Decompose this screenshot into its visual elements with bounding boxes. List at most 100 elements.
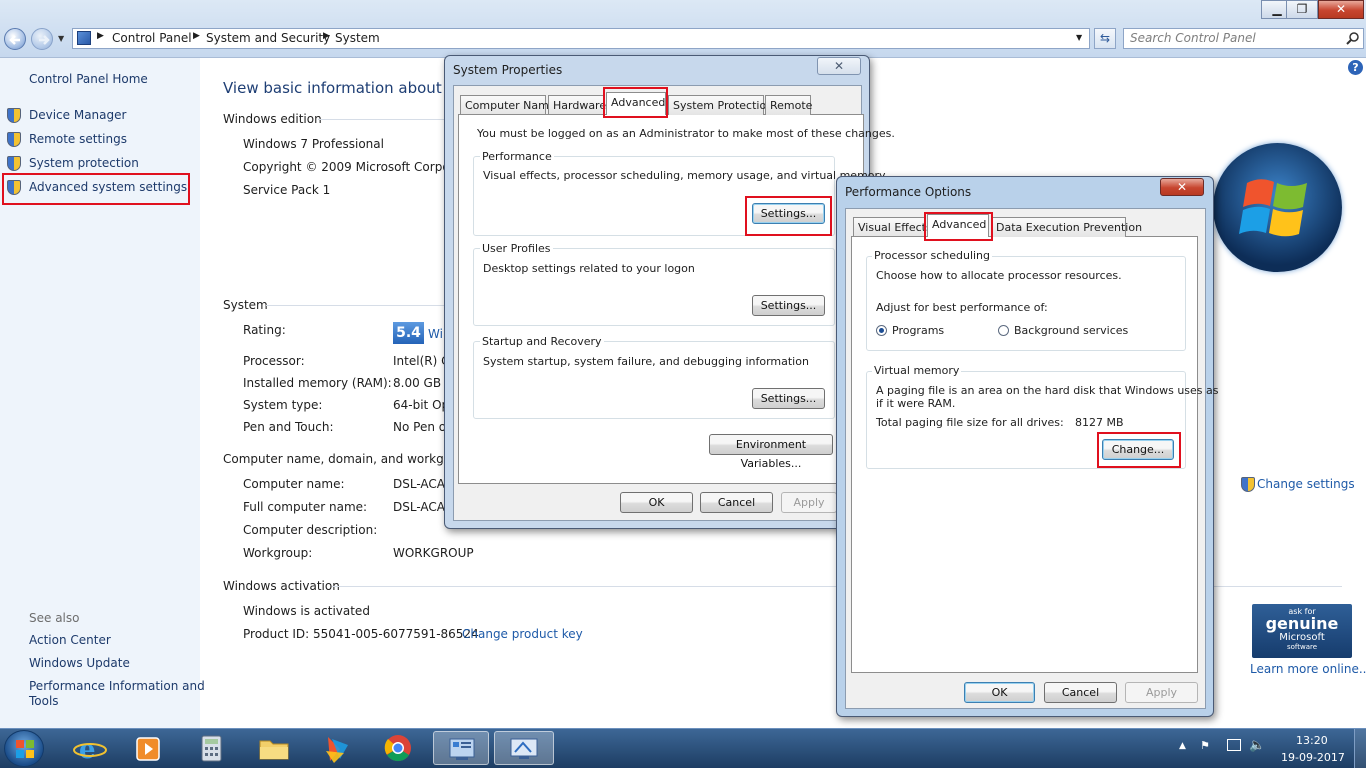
section-divider	[266, 305, 448, 306]
change-product-key-link[interactable]: Change product key	[462, 627, 583, 641]
ram-label: Installed memory (RAM):	[243, 376, 392, 390]
dialog-title: System Properties	[453, 63, 563, 77]
service-pack: Service Pack 1	[243, 183, 331, 197]
learn-more-link[interactable]: Learn more online...	[1250, 662, 1366, 676]
help-icon[interactable]: ?	[1348, 60, 1363, 75]
see-also-heading: See also	[29, 611, 80, 625]
programs-radio[interactable]	[876, 325, 887, 336]
taskbar-explorer[interactable]	[248, 731, 300, 765]
windows-activation-heading: Windows activation	[223, 579, 340, 593]
genuine-microsoft-badge[interactable]: ask for genuine Microsoft software	[1252, 604, 1352, 658]
experience-index-link[interactable]: Wi	[428, 327, 443, 341]
user-profiles-group-title: User Profiles	[480, 242, 553, 255]
taskbar-chrome[interactable]	[372, 731, 424, 765]
close-dialog-button[interactable]: ✕	[817, 57, 861, 75]
breadcrumb-separator-icon: ▶	[323, 31, 330, 41]
breadcrumb-system[interactable]: System	[335, 31, 380, 45]
user-profiles-settings-button[interactable]: Settings...	[752, 295, 825, 316]
highlight-box	[1097, 432, 1181, 468]
show-hidden-icons-button[interactable]: ▲	[1179, 741, 1186, 751]
clock-date[interactable]: 19-09-2017	[1281, 751, 1345, 764]
tab-computer-name[interactable]: Computer Name	[460, 95, 556, 115]
computer-name-heading: Computer name, domain, and workgroup	[223, 452, 471, 466]
background-services-radio[interactable]	[998, 325, 1009, 336]
copyright-text: Copyright © 2009 Microsoft Corporati	[243, 160, 446, 174]
startup-recovery-description: System startup, system failure, and debu…	[483, 355, 809, 368]
system-type-value: 64-bit Op	[393, 398, 450, 412]
windows-flag-icon	[1239, 179, 1307, 237]
change-settings-link[interactable]: Change settings	[1257, 477, 1355, 491]
control-panel-home-link[interactable]: Control Panel Home	[29, 72, 148, 86]
processor-value: Intel(R) C	[393, 354, 450, 368]
processor-scheduling-description: Choose how to allocate processor resourc…	[876, 269, 1122, 282]
windows-update-link[interactable]: Windows Update	[29, 656, 130, 670]
show-desktop-button[interactable]	[1354, 729, 1366, 768]
breadcrumb-separator-icon: ▶	[193, 31, 200, 41]
workgroup-label: Workgroup:	[243, 546, 313, 560]
programs-radio-label[interactable]: Programs	[892, 324, 944, 337]
apply-button[interactable]: Apply	[1125, 682, 1198, 703]
genuine-line: Microsoft	[1279, 632, 1325, 643]
back-button[interactable]	[4, 28, 26, 50]
volume-icon[interactable]: 🔈	[1249, 738, 1265, 753]
taskbar-media-player[interactable]	[122, 731, 174, 765]
adjust-performance-label: Adjust for best performance of:	[876, 301, 1048, 314]
network-icon[interactable]	[1227, 739, 1241, 751]
experience-index-badge[interactable]: 5.4	[393, 322, 424, 344]
breadcrumb-system-security[interactable]: System and Security	[206, 31, 330, 45]
environment-variables-button[interactable]: Environment Variables...	[709, 434, 833, 470]
ok-button[interactable]: OK	[620, 492, 693, 513]
dialog-title: Performance Options	[845, 185, 972, 199]
tab-visual-effects[interactable]: Visual Effects	[853, 217, 932, 237]
search-input[interactable]: Search Control Panel	[1123, 28, 1364, 49]
tab-data-execution-prevention[interactable]: Data Execution Prevention	[991, 217, 1142, 237]
cancel-button[interactable]: Cancel	[1044, 682, 1117, 703]
performance-group-title: Performance	[480, 150, 554, 163]
performance-information-link-continued[interactable]: Tools	[29, 694, 59, 708]
taskbar-control-panel[interactable]	[433, 731, 489, 765]
taskbar-calculator[interactable]	[186, 731, 238, 765]
workgroup-value: WORKGROUP	[393, 546, 474, 560]
device-manager-link[interactable]: Device Manager	[29, 108, 126, 122]
taskbar-app[interactable]	[310, 731, 362, 765]
virtual-memory-title: Virtual memory	[872, 364, 962, 377]
internet-explorer-icon: e	[73, 735, 107, 765]
remote-settings-link[interactable]: Remote settings	[29, 132, 127, 146]
forward-button[interactable]	[31, 28, 53, 50]
address-bar[interactable]: ▶ Control Panel ▶ System and Security ▶ …	[72, 28, 1090, 49]
background-services-radio-label[interactable]: Background services	[1014, 324, 1128, 337]
cancel-button[interactable]: Cancel	[700, 492, 773, 513]
control-panel-icon	[449, 738, 475, 760]
page-title: View basic information about yo	[223, 79, 465, 97]
chrome-icon	[384, 735, 411, 762]
close-window-button[interactable]: ✕	[1318, 0, 1364, 19]
breadcrumb-control-panel[interactable]: Control Panel	[112, 31, 192, 45]
action-center-flag-icon[interactable]: ⚑	[1200, 739, 1210, 752]
close-dialog-button[interactable]: ✕	[1160, 178, 1204, 196]
taskbar-system-properties[interactable]	[494, 731, 554, 765]
uac-shield-icon	[1241, 477, 1255, 492]
action-center-link[interactable]: Action Center	[29, 633, 111, 647]
search-icon	[1346, 31, 1360, 48]
system-properties-icon	[510, 738, 538, 759]
clock-time[interactable]: 13:20	[1296, 734, 1328, 747]
taskbar-internet-explorer[interactable]: e	[64, 731, 116, 765]
colorful-app-icon	[326, 737, 348, 763]
address-dropdown-icon[interactable]: ▼	[1076, 33, 1082, 42]
uac-shield-icon	[7, 108, 21, 123]
highlight-box	[924, 212, 993, 241]
maximize-button[interactable]: ❐	[1286, 0, 1318, 19]
start-button[interactable]	[4, 730, 44, 767]
back-arrow-icon	[9, 35, 20, 45]
ok-button[interactable]: OK	[964, 682, 1035, 703]
tab-hardware[interactable]: Hardware	[548, 95, 606, 115]
tab-remote[interactable]: Remote	[765, 95, 812, 115]
apply-button[interactable]: Apply	[781, 492, 837, 513]
computer-description-label: Computer description:	[243, 523, 378, 537]
performance-information-link[interactable]: Performance Information and	[29, 679, 205, 693]
recent-pages-dropdown-icon[interactable]: ▼	[58, 34, 64, 43]
refresh-button[interactable]: ⇆	[1094, 28, 1116, 49]
system-protection-link[interactable]: System protection	[29, 156, 139, 170]
tab-system-protection[interactable]: System Protection	[668, 95, 773, 115]
startup-recovery-settings-button[interactable]: Settings...	[752, 388, 825, 409]
